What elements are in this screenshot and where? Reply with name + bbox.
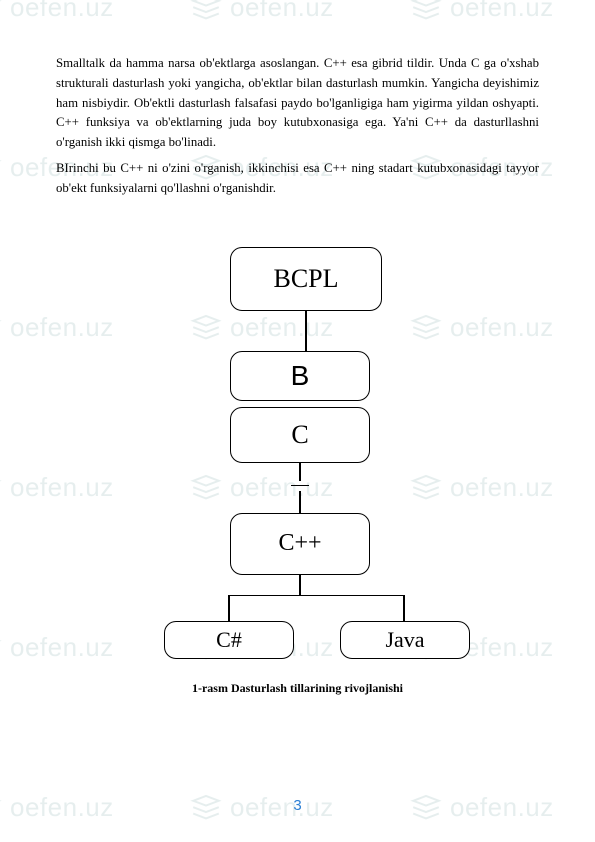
connector-line — [228, 595, 230, 621]
connector-line — [228, 595, 404, 597]
paragraph-1: Smalltalk da hamma narsa ob'ektlarga aso… — [56, 54, 539, 153]
node-label: C# — [216, 627, 242, 653]
connector-line — [299, 575, 301, 595]
node-label: BCPL — [273, 264, 338, 294]
node-label: Java — [385, 627, 424, 653]
connector-line — [305, 311, 307, 351]
node-c: C — [230, 407, 370, 463]
page-content: Smalltalk da hamma narsa ob'ektlarga aso… — [0, 0, 595, 717]
connector-line — [299, 463, 301, 481]
node-cpp: C++ — [230, 513, 370, 575]
node-b: B — [230, 351, 370, 401]
node-bcpl: BCPL — [230, 247, 382, 311]
connector-line — [403, 595, 405, 621]
node-label: C++ — [278, 530, 321, 557]
connector-line — [299, 491, 301, 513]
language-evolution-diagram: BCPL B C C++ C# Java 1-rasm Das — [56, 247, 539, 717]
paragraph-2: BIrinchi bu C++ ni o'zini o'rganish, ikk… — [56, 159, 539, 199]
connector-line — [291, 485, 309, 487]
node-label: B — [291, 360, 310, 392]
node-label: C — [291, 420, 308, 450]
node-java: Java — [340, 621, 470, 659]
figure-caption: 1-rasm Dasturlash tillarining rivojlanis… — [56, 681, 539, 696]
page-number: 3 — [0, 797, 595, 814]
node-csharp: C# — [164, 621, 294, 659]
